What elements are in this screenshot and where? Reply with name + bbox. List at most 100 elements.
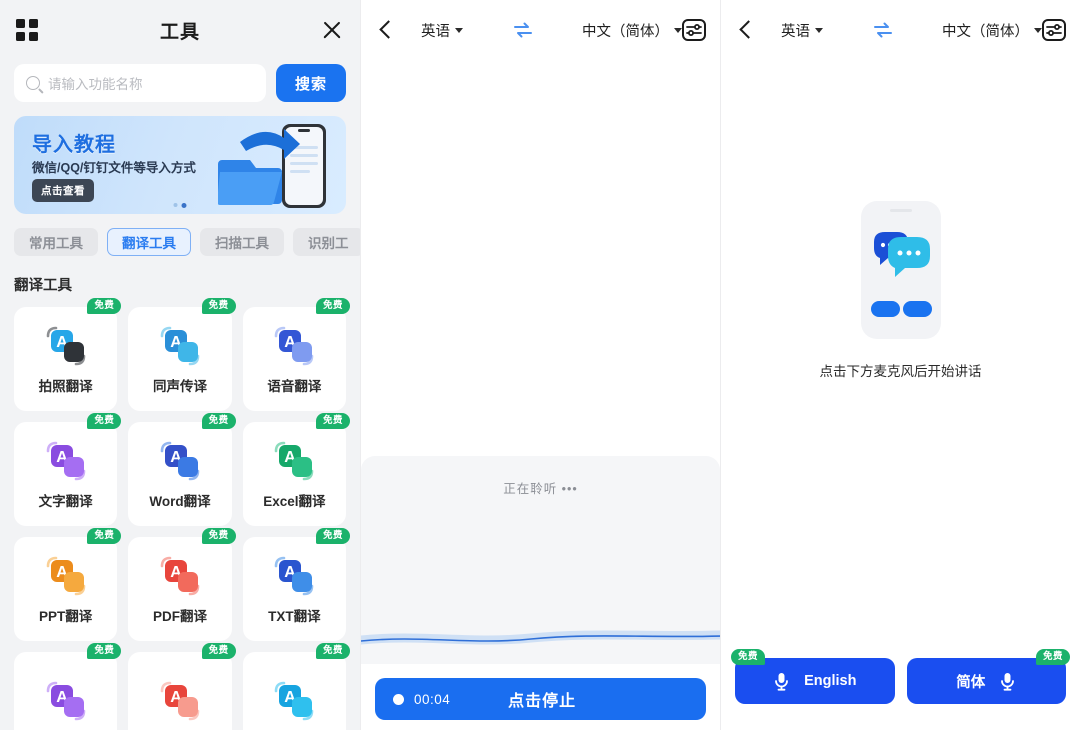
tool-card-label: Word翻译 [149, 493, 211, 509]
settings-sliders-icon[interactable] [682, 19, 706, 41]
tool-card[interactable]: 免费 A 拍照翻译 [14, 298, 122, 411]
tool-card[interactable]: 免费 A PPT翻译 [14, 528, 122, 641]
tool-card-label: TXT翻译 [268, 608, 321, 624]
tool-card[interactable]: 免费 A 文字翻译 [14, 413, 122, 526]
record-dot-icon [393, 693, 404, 705]
import-tutorial-banner[interactable]: 导入教程 微信/QQ/钉钉文件等导入方式 点击查看 [14, 116, 346, 214]
pdf-translate-icon: A [160, 556, 200, 595]
chevron-down-icon [455, 27, 463, 33]
microphone-button-label: English [804, 673, 857, 689]
source-language-label: 英语 [421, 23, 450, 40]
audio-translate-icon: A [160, 681, 200, 720]
source-language-selector[interactable]: 英语 [421, 20, 463, 41]
chevron-down-icon [1034, 27, 1042, 33]
import-illustration-icon [218, 124, 326, 208]
idle-panel: 英语 中文（简体） 点击下方麦克风后开始讲话 免费 English 免费 简体 [720, 0, 1080, 730]
stop-button-label: 点击停止 [508, 693, 577, 710]
source-language-label: 英语 [781, 23, 810, 40]
tool-card-label: PDF翻译 [152, 608, 207, 624]
target-language-label: 中文（简体） [942, 23, 1029, 40]
tool-card[interactable]: 免费 A [242, 643, 350, 730]
free-badge: 免费 [87, 413, 122, 429]
search-button[interactable]: 搜索 [276, 64, 346, 102]
free-badge: 免费 [315, 298, 350, 314]
microphone-button[interactable]: 免费 English [731, 649, 895, 704]
back-chevron-icon[interactable] [735, 19, 757, 41]
free-badge: 免费 [201, 643, 236, 659]
tool-card[interactable]: 免费 A [128, 643, 236, 730]
txt-translate-icon: A [275, 556, 314, 595]
tool-card[interactable]: 免费 A [14, 643, 122, 730]
audio-waveform [361, 630, 720, 645]
settings-sliders-icon[interactable] [1042, 19, 1066, 41]
search-row: 请输入功能名称 搜索 [0, 60, 360, 102]
tool-card[interactable]: 免费 A PDF翻译 [128, 528, 236, 641]
target-language-label: 中文（简体） [582, 23, 669, 40]
tool-grid: 免费 A 拍照翻译 免费 A 同声传译 免费 A 语音翻译 免费 A 文字翻译 免费 A Word翻译 免费 A… [0, 295, 360, 730]
excel-translate-icon: A [275, 441, 314, 480]
tool-category-tabs: 常用工具 翻译工具 扫描工具 识别工 [0, 214, 360, 256]
microphone-button[interactable]: 免费 简体 [906, 649, 1070, 704]
free-badge: 免费 [731, 649, 766, 665]
tools-panel: 工具 请输入功能名称 搜索 导入教程 微信/QQ/钉钉文件等导入方式 点击查看 [0, 0, 360, 730]
idle-toolbar: 英语 中文（简体） [721, 0, 1080, 60]
video-translate-icon: A [46, 681, 85, 720]
banner-title: 导入教程 [32, 134, 116, 156]
banner-cta-button[interactable]: 点击查看 [32, 179, 94, 202]
tool-card[interactable]: 免费 A 语音翻译 [242, 298, 350, 411]
listening-toolbar: 英语 中文（简体） [361, 0, 720, 60]
search-icon [26, 76, 40, 90]
voice-translate-icon: A [275, 326, 314, 365]
tool-card[interactable]: 免费 A 同声传译 [128, 298, 236, 411]
tool-card-label: 语音翻译 [267, 378, 322, 394]
microphone-icon [1001, 672, 1015, 691]
tab-2[interactable]: 翻译工具 [107, 228, 191, 256]
recording-time: 00:04 [414, 691, 451, 707]
free-badge: 免费 [87, 643, 122, 659]
grid-menu-icon[interactable] [16, 19, 38, 41]
section-title: 翻译工具 [14, 278, 72, 294]
swap-arrows-icon[interactable] [873, 22, 893, 38]
tool-card-label: 文字翻译 [38, 493, 93, 509]
banner-dots [173, 203, 187, 208]
free-badge: 免费 [315, 643, 350, 659]
tool-card[interactable]: 免费 A Excel翻译 [242, 413, 350, 526]
photo-translate-icon: A [46, 326, 85, 365]
microphone-icon [775, 672, 788, 691]
free-badge: 免费 [315, 413, 350, 429]
tool-card-label: PPT翻译 [39, 608, 93, 624]
back-chevron-icon[interactable] [375, 19, 397, 41]
tool-card-label: 拍照翻译 [38, 378, 93, 394]
tool-card[interactable]: 免费 A Word翻译 [128, 413, 236, 526]
tool-card[interactable]: 免费 A TXT翻译 [242, 528, 350, 641]
chevron-down-icon [674, 27, 682, 33]
app-root: 工具 请输入功能名称 搜索 导入教程 微信/QQ/钉钉文件等导入方式 点击查看 [0, 0, 1080, 730]
tools-panel-header: 工具 [0, 0, 360, 60]
text-translate-icon: A [46, 441, 85, 480]
phone-chat-bubbles-illustration-icon [860, 201, 941, 339]
idle-illustration-block: 点击下方麦克风后开始讲话 [721, 200, 1080, 380]
search-placeholder: 请输入功能名称 [48, 77, 143, 92]
free-badge: 免费 [201, 413, 236, 429]
tab-4[interactable]: 识别工 [293, 228, 360, 256]
tool-card-label: 同声传译 [152, 378, 207, 394]
microphone-button-row: 免费 English 免费 简体 [731, 649, 1070, 704]
target-language-selector[interactable]: 中文（简体） [942, 20, 1042, 41]
free-badge: 免费 [315, 528, 350, 544]
simultaneous-interpretation-icon: A [160, 326, 200, 365]
ppt-translate-icon: A [46, 556, 85, 595]
free-badge: 免费 [87, 528, 122, 544]
close-icon[interactable] [320, 18, 344, 42]
listening-status-text: 正在聆听 ••• [503, 482, 578, 496]
swap-arrows-icon[interactable] [513, 22, 533, 38]
target-language-selector[interactable]: 中文（简体） [582, 20, 682, 41]
source-language-selector[interactable]: 英语 [781, 20, 823, 41]
search-input[interactable]: 请输入功能名称 [14, 64, 266, 102]
free-badge: 免费 [87, 298, 122, 314]
tab-3[interactable]: 扫描工具 [200, 228, 284, 256]
chevron-down-icon [815, 27, 823, 33]
tab-1[interactable]: 常用工具 [14, 228, 98, 256]
stop-recording-button[interactable]: 00:04 点击停止 [375, 678, 706, 720]
free-badge: 免费 [1035, 649, 1070, 665]
image-text-translate-icon: A [275, 681, 314, 720]
